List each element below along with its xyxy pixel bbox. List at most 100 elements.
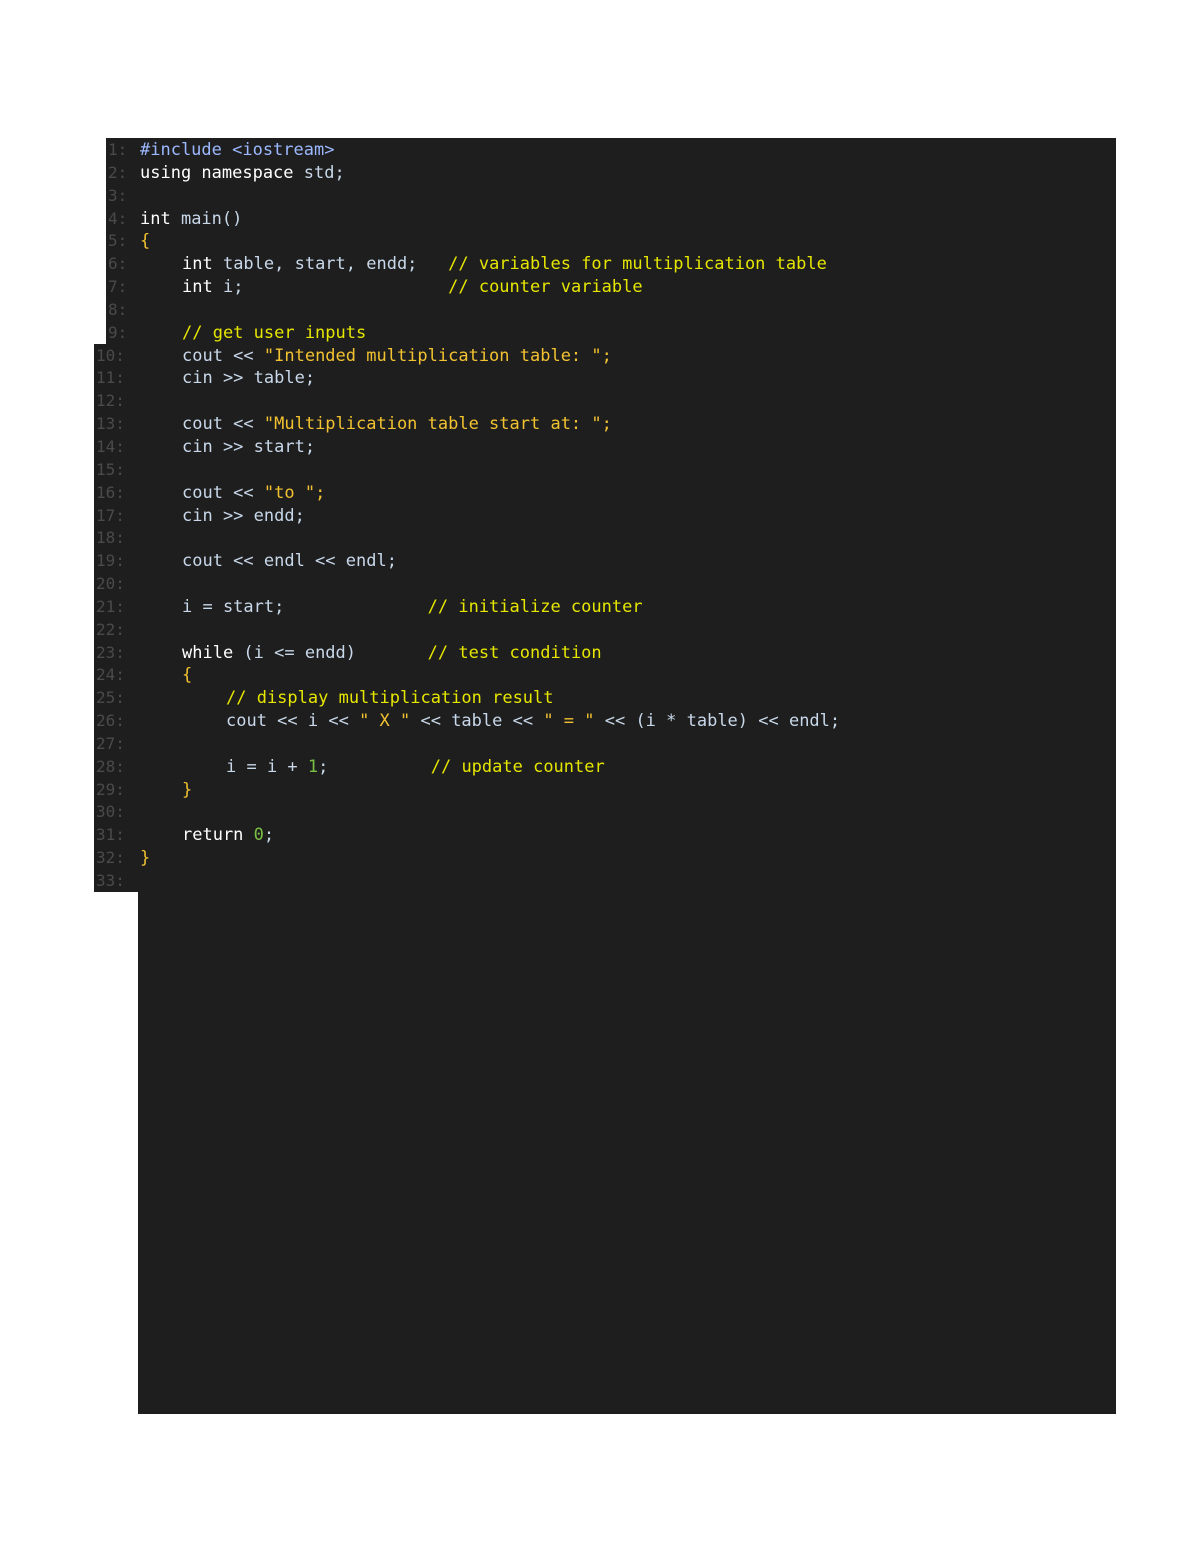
line-number: 9:: [108, 322, 128, 342]
code-text: {: [140, 230, 150, 253]
code-token: << table <<: [410, 711, 544, 732]
code-line: 19: cout << endl << endl;: [0, 550, 1200, 573]
code-token: cin >> start;: [182, 436, 316, 457]
line-number: 22:: [96, 619, 125, 639]
line-number: 12:: [96, 391, 125, 411]
code-text: cout << "to ";: [140, 482, 325, 505]
line-number: 7:: [108, 277, 128, 297]
code-line: 14: cin >> start;: [0, 436, 1200, 459]
code-token: // counter variable: [243, 277, 643, 298]
code-text: return 0;: [140, 824, 274, 847]
line-number: 10:: [96, 345, 125, 365]
code-token: using namespace: [140, 162, 304, 183]
code-line: 21: i = start; // initialize counter: [0, 596, 1200, 619]
code-text: int i; // counter variable: [140, 276, 643, 299]
code-token: // display multiplication result: [226, 688, 554, 709]
code-token: i;: [222, 277, 244, 298]
code-line: 24: {: [0, 664, 1200, 687]
code-token: // initialize counter: [284, 596, 643, 617]
code-text: #include <iostream>: [140, 139, 334, 162]
code-text: cout << endl << endl;: [140, 550, 397, 573]
code-line: 10: cout << "Intended multiplication tabl…: [0, 345, 1200, 368]
code-line: 5: {: [0, 230, 1200, 253]
code-line: 32:}: [0, 847, 1200, 870]
code-token: ;: [318, 756, 329, 777]
code-token: }: [182, 779, 193, 800]
code-token: // get user inputs: [182, 322, 367, 343]
code-line: 31: return 0;: [0, 824, 1200, 847]
code-line: 11: cin >> table;: [0, 367, 1200, 390]
code-line: 33:: [0, 870, 1200, 893]
line-number: 25:: [96, 688, 125, 708]
code-line: 18:: [0, 527, 1200, 550]
code-text: cin >> start;: [140, 436, 315, 459]
line-number: 14:: [96, 436, 125, 456]
code-text: // display multiplication result: [140, 687, 554, 710]
code-token: {: [182, 665, 193, 686]
line-number: 5:: [108, 231, 128, 251]
line-number: 19:: [96, 551, 125, 571]
code-token: // test condition: [356, 642, 602, 663]
code-token: main(): [180, 208, 243, 229]
line-number: 2:: [108, 162, 128, 182]
code-line: 17: cin >> endd;: [0, 505, 1200, 528]
code-token: (i <= endd): [243, 642, 357, 663]
code-line: 20:: [0, 573, 1200, 596]
code-text: // get user inputs: [140, 322, 366, 345]
line-number: 21:: [96, 596, 125, 616]
code-token: cout <<: [182, 482, 264, 503]
code-token: cin >> table;: [182, 368, 316, 389]
code-token: #include <iostream>: [140, 140, 335, 160]
code-token: // update counter: [328, 756, 605, 777]
code-token: 1: [307, 756, 319, 777]
line-number: 15:: [96, 459, 125, 479]
line-number: 28:: [96, 756, 125, 776]
code-token: cin >> endd;: [182, 505, 305, 526]
code-text: cout << "Intended multiplication table: …: [140, 345, 612, 368]
code-token: cout << i <<: [226, 711, 360, 732]
code-line: 2: using namespace std;: [0, 162, 1200, 185]
code-line: 8:: [0, 299, 1200, 322]
code-token: // variables for multiplication table: [417, 254, 827, 275]
code-token: << (i * table) << endl;: [594, 711, 841, 732]
line-number: 4:: [108, 208, 128, 228]
line-number: 13:: [96, 414, 125, 434]
code-text: }: [140, 779, 192, 802]
code-token: " = ": [543, 711, 595, 732]
code-token: i = start;: [182, 596, 285, 617]
code-token: 0: [253, 825, 264, 846]
code-token: int: [182, 254, 223, 275]
code-token: int: [182, 277, 223, 298]
line-number: 8:: [108, 299, 128, 319]
line-number: 23:: [96, 642, 125, 662]
code-text: }: [140, 847, 150, 870]
code-line: 30:: [0, 801, 1200, 824]
code-line: 13: cout << "Multiplication table start a…: [0, 413, 1200, 436]
code-line: 7: int i; // counter variable: [0, 276, 1200, 299]
line-number: 3:: [108, 185, 128, 205]
code-text: cout << "Multiplication table start at: …: [140, 413, 612, 436]
line-number: 24:: [96, 665, 125, 685]
code-text: cout << i << " X " << table << " = " << …: [140, 710, 840, 733]
code-line: 15:: [0, 459, 1200, 482]
code-line: 29:}: [0, 779, 1200, 802]
line-number: 11:: [96, 368, 125, 388]
code-token: i = i +: [226, 756, 308, 777]
code-line: 12:: [0, 390, 1200, 413]
line-number: 18:: [96, 528, 125, 548]
code-token: cout <<: [182, 414, 264, 435]
line-number: 1:: [108, 140, 128, 159]
code-token: std;: [303, 162, 345, 183]
code-text: using namespace std;: [140, 162, 345, 185]
code-token: ;: [263, 825, 275, 846]
code-text: int table, start, endd; // variables for…: [140, 253, 827, 276]
code-line: 23: while (i <= endd) // test condition: [0, 642, 1200, 665]
code-token: "Multiplication table start at: ";: [263, 414, 612, 435]
code-token: return: [182, 825, 254, 846]
code-token: "Intended multiplication table: ";: [263, 345, 612, 366]
code-line: 1: #include <iostream>: [0, 139, 1200, 162]
code-line: 28: i = i + 1; // update counter: [0, 756, 1200, 779]
code-token: cout <<: [182, 345, 264, 366]
line-number: 27:: [96, 733, 125, 753]
code-text: cin >> endd;: [140, 505, 305, 528]
